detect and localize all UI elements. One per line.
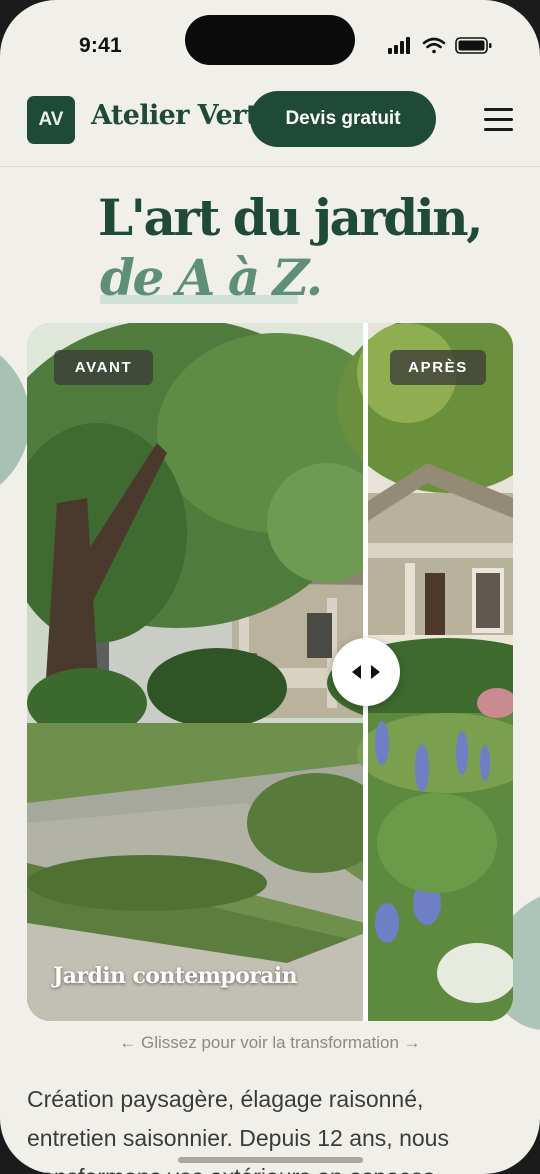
status-icons (388, 37, 492, 54)
status-bar: 9:41 (0, 0, 540, 90)
site-header: AV Atelier Vert Devis gratuit (0, 88, 540, 167)
dynamic-island (185, 15, 355, 65)
garden-photo (27, 323, 513, 1021)
brand-name[interactable]: Atelier Vert (91, 100, 258, 131)
before-badge: AVANT (54, 350, 153, 385)
logo-badge[interactable]: AV (27, 96, 75, 144)
before-after-slider[interactable]: AVANT APRÈS Jardin contemporain (27, 323, 513, 1021)
slider-handle[interactable] (332, 638, 400, 706)
home-indicator[interactable] (178, 1157, 363, 1163)
signal-icon (388, 37, 410, 54)
wifi-icon (422, 37, 446, 54)
hero-title: L'art du jardin, (98, 188, 483, 247)
after-badge: APRÈS (390, 350, 486, 385)
battery-icon (455, 37, 492, 54)
decorative-leaf-shape (0, 335, 30, 505)
free-quote-button[interactable]: Devis gratuit (250, 91, 436, 147)
status-time: 9:41 (79, 34, 122, 57)
hero-title-accent: de A à Z. (100, 248, 323, 307)
left-right-arrows-icon (352, 665, 380, 679)
slider-hint: ← Glissez pour voir la transformation → (119, 1033, 421, 1052)
hamburger-icon[interactable] (478, 104, 518, 134)
phone-screen: 9:41 AV Atelier Vert Devis gratuit L'art… (0, 0, 540, 1174)
project-caption: Jardin contemporain (53, 963, 298, 989)
